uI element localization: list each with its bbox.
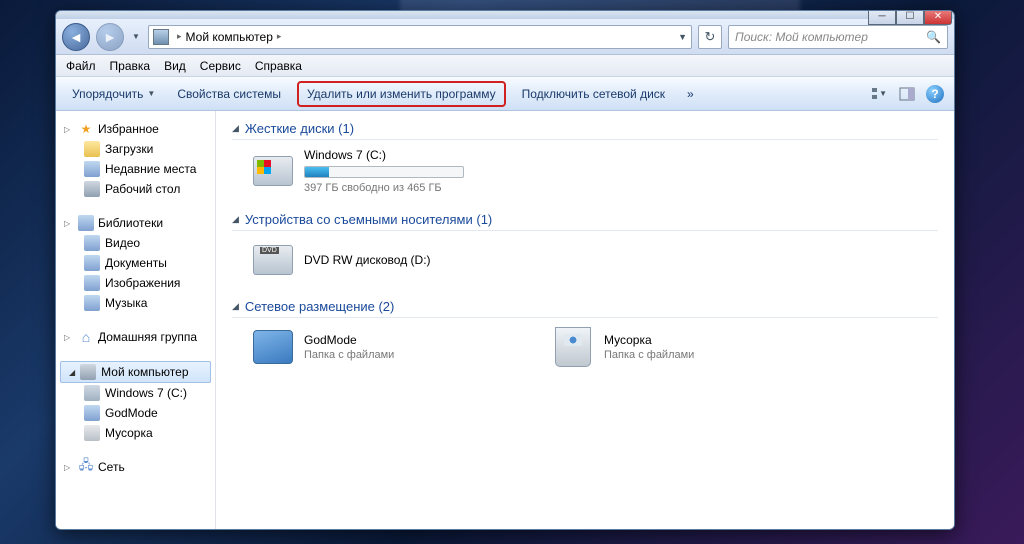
titlebar: ─ ☐ ✕ — [56, 11, 954, 19]
breadcrumb-sep: ▸ — [177, 31, 182, 42]
computer-icon — [80, 364, 96, 380]
folder-icon — [253, 330, 293, 364]
uninstall-program-button[interactable]: Удалить или изменить программу — [297, 81, 506, 107]
preview-pane-button[interactable] — [898, 85, 916, 103]
search-icon: 🔍 — [926, 30, 941, 44]
menu-file[interactable]: Файл — [66, 59, 96, 73]
category-removable[interactable]: ◢Устройства со съемными носителями (1) — [232, 212, 938, 231]
breadcrumb-sep: ▸ — [277, 31, 282, 42]
folder-icon — [84, 141, 100, 157]
search-input[interactable]: Поиск: Мой компьютер 🔍 — [728, 25, 948, 49]
toolbar-overflow[interactable]: » — [681, 85, 700, 103]
sidebar-item-godmode[interactable]: GodMode — [56, 403, 215, 423]
sidebar-item-documents[interactable]: Документы — [56, 253, 215, 273]
sidebar-libraries[interactable]: ▷Библиотеки — [56, 213, 215, 233]
libraries-icon — [78, 215, 94, 231]
collapse-icon: ◢ — [232, 123, 239, 134]
bin-icon — [84, 425, 100, 441]
sidebar-item-trash[interactable]: Мусорка — [56, 423, 215, 443]
organize-button[interactable]: Упорядочить▼ — [66, 85, 161, 103]
sidebar-item-recent[interactable]: Недавние места — [56, 159, 215, 179]
menu-help[interactable]: Справка — [255, 59, 302, 73]
recent-icon — [84, 161, 100, 177]
collapse-icon: ◢ — [232, 301, 239, 312]
music-icon — [84, 295, 100, 311]
map-network-drive-button[interactable]: Подключить сетевой диск — [516, 85, 671, 103]
system-properties-button[interactable]: Свойства системы — [171, 85, 287, 103]
desktop-icon — [84, 181, 100, 197]
drive-label: Windows 7 (C:) — [304, 148, 464, 162]
refresh-button[interactable]: ↻ — [698, 25, 722, 49]
menu-edit[interactable]: Правка — [110, 59, 151, 73]
item-type: Папка с файлами — [304, 349, 394, 361]
drive-icon — [253, 156, 293, 186]
collapse-icon: ◢ — [232, 214, 239, 225]
content-pane: ◢Жесткие диски (1) Windows 7 (C:) 397 ГБ… — [216, 111, 954, 529]
sidebar-homegroup[interactable]: ▷⌂Домашняя группа — [56, 327, 215, 347]
star-icon: ★ — [78, 121, 94, 137]
sidebar-item-desktop[interactable]: Рабочий стол — [56, 179, 215, 199]
back-button[interactable]: ◄ — [62, 23, 90, 51]
drive-free-space: 397 ГБ свободно из 465 ГБ — [304, 182, 464, 194]
sidebar-item-pictures[interactable]: Изображения — [56, 273, 215, 293]
forward-button[interactable]: ► — [96, 23, 124, 51]
item-type: Папка с файлами — [604, 349, 694, 361]
nav-pane: ▷★Избранное Загрузки Недавние места Рабо… — [56, 111, 216, 529]
net-item-trash[interactable]: Мусорка Папка с файлами — [552, 326, 812, 368]
video-icon — [84, 235, 100, 251]
sidebar-favorites[interactable]: ▷★Избранное — [56, 119, 215, 139]
sidebar-item-music[interactable]: Музыка — [56, 293, 215, 313]
chevron-down-icon: ▼ — [147, 89, 155, 98]
address-dropdown-icon[interactable]: ▼ — [678, 32, 687, 42]
chevron-down-icon: ▼ — [879, 89, 887, 98]
bin-icon — [555, 327, 591, 367]
dvd-drive[interactable]: DVD RW дисковод (D:) — [252, 239, 512, 281]
toolbar: Упорядочить▼ Свойства системы Удалить ил… — [56, 77, 954, 111]
view-options-button[interactable]: ▼ — [870, 85, 888, 103]
dvd-label: DVD RW дисковод (D:) — [304, 253, 431, 267]
menu-tools[interactable]: Сервис — [200, 59, 241, 73]
pictures-icon — [84, 275, 100, 291]
sidebar-item-downloads[interactable]: Загрузки — [56, 139, 215, 159]
space-bar — [304, 166, 464, 178]
history-dropdown[interactable]: ▼ — [130, 24, 142, 50]
category-network[interactable]: ◢Сетевое размещение (2) — [232, 299, 938, 318]
folder-icon — [84, 405, 100, 421]
dvd-icon — [253, 245, 293, 275]
sidebar-item-video[interactable]: Видео — [56, 233, 215, 253]
address-bar[interactable]: ▸ Мой компьютер ▸ ▼ — [148, 25, 692, 49]
item-label: Мусорка — [604, 333, 694, 347]
sidebar-computer[interactable]: ◢Мой компьютер — [60, 361, 211, 383]
documents-icon — [84, 255, 100, 271]
close-button[interactable]: ✕ — [924, 10, 952, 25]
menu-view[interactable]: Вид — [164, 59, 186, 73]
sidebar-network[interactable]: ▷🖧Сеть — [56, 457, 215, 477]
minimize-button[interactable]: ─ — [868, 10, 896, 25]
category-hard-drives[interactable]: ◢Жесткие диски (1) — [232, 121, 938, 140]
help-button[interactable]: ? — [926, 85, 944, 103]
item-label: GodMode — [304, 333, 394, 347]
homegroup-icon: ⌂ — [78, 329, 94, 345]
breadcrumb-root[interactable]: Мой компьютер — [186, 30, 273, 44]
computer-icon — [153, 29, 169, 45]
nav-bar: ◄ ► ▼ ▸ Мой компьютер ▸ ▼ ↻ Поиск: Мой к… — [56, 19, 954, 55]
menu-bar: Файл Правка Вид Сервис Справка — [56, 55, 954, 77]
search-placeholder: Поиск: Мой компьютер — [735, 30, 868, 44]
network-icon: 🖧 — [78, 459, 94, 475]
drive-c[interactable]: Windows 7 (C:) 397 ГБ свободно из 465 ГБ — [252, 148, 512, 194]
net-item-godmode[interactable]: GodMode Папка с файлами — [252, 326, 512, 368]
explorer-window: ─ ☐ ✕ ◄ ► ▼ ▸ Мой компьютер ▸ ▼ ↻ Поиск:… — [55, 10, 955, 530]
sidebar-item-drive-c[interactable]: Windows 7 (C:) — [56, 383, 215, 403]
drive-icon — [84, 385, 100, 401]
maximize-button[interactable]: ☐ — [896, 10, 924, 25]
